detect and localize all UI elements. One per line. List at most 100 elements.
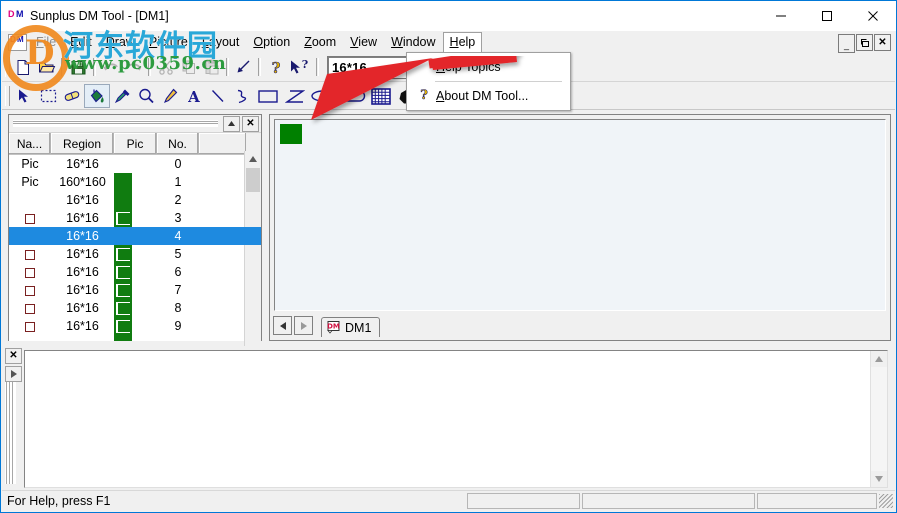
row-checkbox[interactable] bbox=[25, 321, 35, 332]
panel-collapse-button[interactable] bbox=[223, 115, 240, 132]
ellipse-tool[interactable] bbox=[308, 85, 338, 107]
new-file-button[interactable] bbox=[12, 56, 35, 78]
menu-item-help-topics[interactable]: Help Topics bbox=[407, 56, 570, 78]
row-checkbox[interactable] bbox=[25, 303, 35, 314]
output-panel-grip[interactable] bbox=[5, 382, 16, 484]
table-row[interactable]: 16*16 5 bbox=[9, 245, 261, 263]
column-header-blank[interactable] bbox=[199, 133, 246, 154]
paste-button[interactable] bbox=[200, 56, 223, 78]
pic-thumbnail bbox=[116, 266, 130, 279]
output-text-area[interactable] bbox=[24, 350, 888, 488]
curve-tool[interactable] bbox=[230, 85, 254, 107]
row-checkbox[interactable] bbox=[25, 249, 35, 260]
status-bar: For Help, press F1 bbox=[2, 490, 895, 511]
panel-close-button[interactable]: ✕ bbox=[242, 115, 259, 132]
cell-name bbox=[9, 301, 51, 315]
rounded-rectangle-tool[interactable] bbox=[338, 85, 368, 107]
undo-button[interactable] bbox=[99, 56, 122, 78]
output-scroll-down-icon[interactable] bbox=[871, 471, 887, 487]
row-checkbox[interactable] bbox=[25, 285, 35, 296]
tab-scroll-next-button[interactable] bbox=[294, 316, 313, 335]
menu-layout[interactable]: Layout bbox=[195, 32, 247, 52]
context-help-button[interactable]: ? bbox=[287, 56, 313, 78]
table-row-selected[interactable]: 16*16 4 bbox=[9, 227, 261, 245]
table-row[interactable]: 16*16 7 bbox=[9, 281, 261, 299]
menu-file[interactable]: FFileile bbox=[29, 32, 63, 52]
apply-button[interactable] bbox=[232, 56, 255, 78]
column-header-pic[interactable]: Pic bbox=[114, 133, 157, 154]
marquee-select-tool[interactable] bbox=[36, 85, 60, 107]
row-checkbox[interactable] bbox=[25, 213, 35, 224]
minimize-button[interactable] bbox=[758, 1, 804, 31]
scroll-up-arrow-icon[interactable] bbox=[245, 151, 261, 167]
table-row[interactable]: 16*16 2 bbox=[9, 191, 261, 209]
rectangle-tool[interactable] bbox=[254, 85, 282, 107]
cell-no: 7 bbox=[174, 283, 182, 297]
help-button[interactable]: ? bbox=[264, 56, 287, 78]
menu-draw[interactable]: Draw bbox=[99, 32, 142, 52]
table-row[interactable]: 16*16 6 bbox=[9, 263, 261, 281]
toolbar-grip[interactable] bbox=[5, 57, 10, 77]
table-row[interactable]: Pic 160*160 1 bbox=[9, 173, 261, 191]
menu-window[interactable]: Window bbox=[384, 32, 442, 52]
picture-list-panel: ✕ Na... Region Pic No. Pic 16*16 0 Pic 1… bbox=[8, 114, 262, 358]
save-file-button[interactable] bbox=[67, 56, 90, 78]
text-tool[interactable]: A bbox=[182, 85, 206, 107]
cell-name bbox=[9, 211, 51, 225]
close-button[interactable] bbox=[850, 1, 896, 31]
column-header-name[interactable]: Na... bbox=[9, 133, 51, 154]
draw-toolbar-grip[interactable] bbox=[5, 86, 10, 106]
table-row[interactable]: Pic 16*16 0 bbox=[9, 155, 261, 173]
menu-help[interactable]: Help bbox=[442, 32, 483, 52]
line-tool[interactable] bbox=[206, 85, 230, 107]
cut-button[interactable] bbox=[154, 56, 177, 78]
pencil-tool[interactable] bbox=[158, 85, 182, 107]
polygon-tool[interactable] bbox=[282, 85, 308, 107]
column-header-no[interactable]: No. bbox=[157, 133, 199, 154]
zoom-tool[interactable] bbox=[134, 85, 158, 107]
fill-tool[interactable] bbox=[84, 84, 110, 108]
menu-edit[interactable]: Edit bbox=[63, 32, 99, 52]
list-vertical-scrollbar[interactable] bbox=[244, 151, 261, 358]
mdi-restore-button[interactable] bbox=[856, 34, 873, 51]
color-picker-tool[interactable] bbox=[110, 85, 134, 107]
menu-zoom[interactable]: Zoom bbox=[297, 32, 343, 52]
resize-grip[interactable] bbox=[879, 494, 893, 508]
copy-button[interactable] bbox=[177, 56, 200, 78]
output-panel: ✕ bbox=[2, 346, 895, 494]
panel-drag-grip[interactable] bbox=[13, 120, 218, 127]
grid-header-row: Na... Region Pic No. bbox=[9, 133, 261, 155]
menu-view[interactable]: View bbox=[343, 32, 384, 52]
output-panel-expand-button[interactable] bbox=[5, 366, 22, 382]
output-panel-close-button[interactable]: ✕ bbox=[5, 348, 22, 364]
status-pane-2 bbox=[582, 493, 755, 509]
mdi-close-button[interactable]: ✕ bbox=[874, 34, 891, 51]
table-row[interactable]: 16*16 3 bbox=[9, 209, 261, 227]
menu-item-about[interactable]: ? About DM Tool... bbox=[407, 85, 570, 107]
maximize-button[interactable] bbox=[804, 1, 850, 31]
drawing-canvas[interactable] bbox=[274, 119, 886, 311]
select-tool[interactable] bbox=[12, 85, 36, 107]
redo-button[interactable] bbox=[122, 56, 145, 78]
tab-scroll-prev-button[interactable] bbox=[273, 316, 292, 335]
menu-picture[interactable]: Picture bbox=[142, 32, 195, 52]
scrollbar-thumb[interactable] bbox=[246, 168, 260, 192]
grid-body: Pic 16*16 0 Pic 160*160 1 16*16 2 16*16 … bbox=[9, 155, 261, 341]
status-pane-3 bbox=[757, 493, 877, 509]
canvas-color-swatch[interactable] bbox=[280, 124, 302, 144]
table-row[interactable]: 16*16 8 bbox=[9, 299, 261, 317]
status-message: For Help, press F1 bbox=[7, 494, 111, 508]
tab-dm1[interactable]: DM DM1 bbox=[321, 317, 381, 337]
output-scroll-up-icon[interactable] bbox=[871, 351, 887, 367]
menu-option[interactable]: Option bbox=[246, 32, 297, 52]
grid-tool[interactable] bbox=[368, 85, 394, 107]
eraser-tool[interactable] bbox=[60, 85, 84, 107]
picture-list-grid: Na... Region Pic No. Pic 16*16 0 Pic 160… bbox=[9, 133, 261, 358]
row-checkbox[interactable] bbox=[25, 267, 35, 278]
column-header-region[interactable]: Region bbox=[51, 133, 114, 154]
output-vertical-scrollbar[interactable] bbox=[870, 351, 887, 487]
open-file-button[interactable] bbox=[35, 56, 58, 78]
mdi-child-icon[interactable]: D M bbox=[8, 33, 27, 51]
mdi-minimize-button[interactable]: _ bbox=[838, 34, 855, 53]
table-row[interactable]: 16*16 9 bbox=[9, 317, 261, 335]
